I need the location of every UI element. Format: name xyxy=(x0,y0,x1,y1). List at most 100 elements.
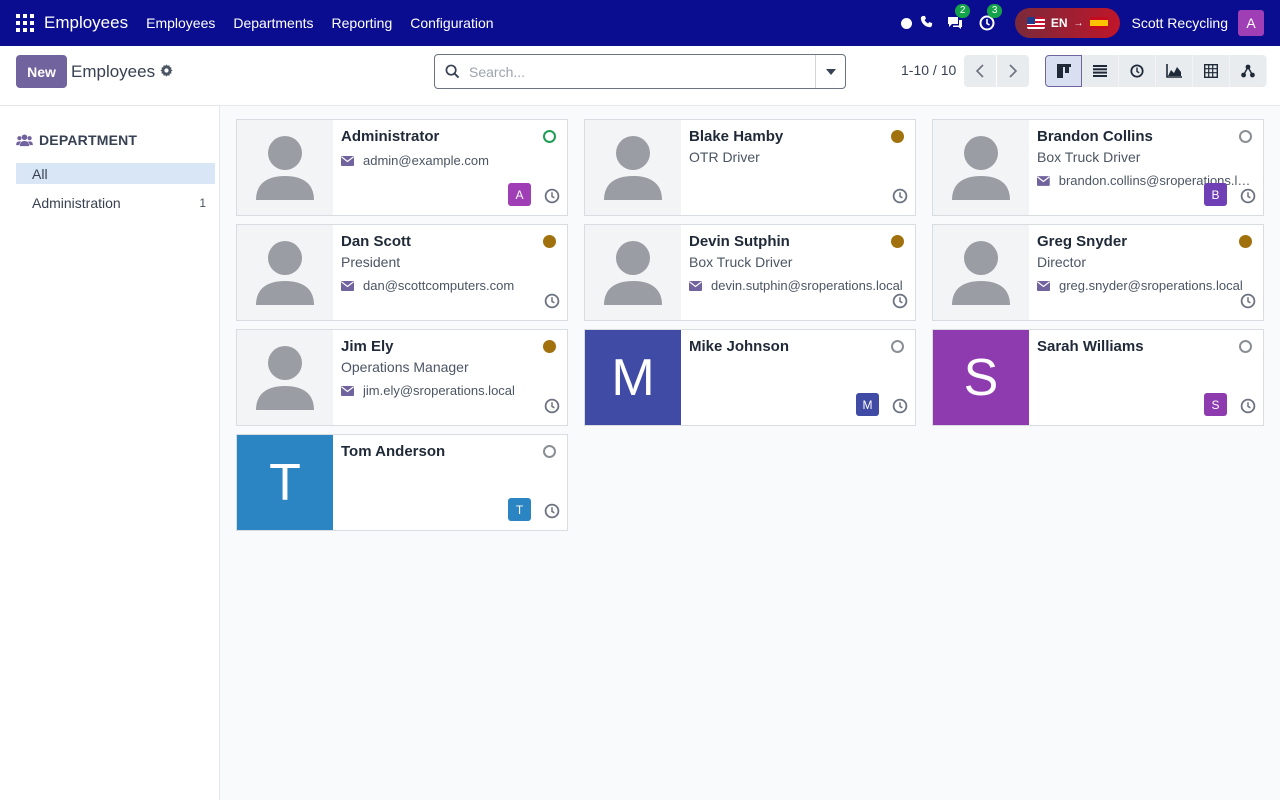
employee-photo xyxy=(237,225,333,320)
employee-email-text: admin@example.com xyxy=(363,153,489,168)
user-avatar[interactable]: A xyxy=(508,183,531,206)
user-avatar[interactable]: M xyxy=(856,393,879,416)
employee-card[interactable]: M Mike Johnson M xyxy=(584,329,916,426)
envelope-icon xyxy=(341,385,354,396)
kanban-view-button[interactable] xyxy=(1045,55,1082,87)
menu-reporting[interactable]: Reporting xyxy=(332,15,393,31)
user-avatar[interactable]: S xyxy=(1204,393,1227,416)
employee-email: greg.snyder@sroperations.local xyxy=(1037,278,1257,293)
envelope-icon xyxy=(341,155,354,166)
search-input[interactable] xyxy=(469,55,809,88)
list-icon xyxy=(1093,65,1107,77)
presence-status-icon xyxy=(891,235,904,248)
department-item-administration[interactable]: Administration 1 xyxy=(16,192,215,213)
graph-view-button[interactable] xyxy=(1156,55,1193,87)
es-flag-icon xyxy=(1089,17,1108,29)
employee-job-title: President xyxy=(341,254,401,270)
employee-card[interactable]: Blake Hamby OTR Driver xyxy=(584,119,916,216)
gear-icon[interactable] xyxy=(160,64,173,80)
search-icon xyxy=(445,64,460,82)
clock-icon[interactable] xyxy=(1240,293,1256,312)
clock-icon[interactable] xyxy=(544,503,560,522)
employee-card[interactable]: Dan Scott President dan@scottcomputers.com xyxy=(236,224,568,321)
presence-status-icon xyxy=(543,130,556,143)
pager-next-button[interactable] xyxy=(997,55,1029,87)
pager-value[interactable]: 1-10 / 10 xyxy=(901,62,956,78)
user-avatar[interactable]: B xyxy=(1204,183,1227,206)
envelope-icon xyxy=(689,280,702,291)
clock-icon[interactable] xyxy=(544,398,560,417)
presence-status-icon xyxy=(1239,235,1252,248)
list-view-button[interactable] xyxy=(1082,55,1119,87)
department-item-all[interactable]: All xyxy=(16,163,215,184)
menu-configuration[interactable]: Configuration xyxy=(410,15,493,31)
employee-email: admin@example.com xyxy=(341,153,561,168)
clock-icon[interactable] xyxy=(544,293,560,312)
activities-count-badge: 3 xyxy=(986,4,1003,18)
presence-status-icon xyxy=(891,130,904,143)
employee-card[interactable]: Jim Ely Operations Manager jim.ely@sropera… xyxy=(236,329,568,426)
employee-photo: M xyxy=(585,330,681,425)
hierarchy-view-button[interactable] xyxy=(1230,55,1267,87)
chevron-right-icon xyxy=(1009,64,1017,78)
employee-name: Blake Hamby xyxy=(689,128,784,145)
department-item-label: Administration xyxy=(32,194,121,211)
department-item-count: 1 xyxy=(199,195,206,210)
presence-status-icon xyxy=(1239,130,1252,143)
clock-icon[interactable] xyxy=(1240,398,1256,417)
employee-name: Greg Snyder xyxy=(1037,233,1128,250)
area-chart-icon xyxy=(1166,64,1182,78)
employee-card[interactable]: Devin Sutphin Box Truck Driver devin.sutph… xyxy=(584,224,916,321)
employee-photo xyxy=(237,120,333,215)
clock-icon[interactable] xyxy=(892,188,908,207)
clock-icon xyxy=(1130,64,1144,78)
language-switcher[interactable]: EN → xyxy=(1014,8,1120,38)
menu-employees[interactable]: Employees xyxy=(146,15,215,31)
activity-view-button[interactable] xyxy=(1119,55,1156,87)
clock-icon[interactable] xyxy=(892,398,908,417)
clock-icon[interactable] xyxy=(544,188,560,207)
employee-card[interactable]: T Tom Anderson T xyxy=(236,434,568,531)
arrow-right-icon: → xyxy=(1073,17,1084,29)
clock-icon[interactable] xyxy=(892,293,908,312)
user-avatar[interactable]: A xyxy=(1238,10,1264,36)
pager-previous-button[interactable] xyxy=(964,55,996,87)
department-filter-heading: DEPARTMENT xyxy=(16,132,137,148)
chevron-left-icon xyxy=(976,64,984,78)
pivot-view-button[interactable] xyxy=(1193,55,1230,87)
employee-card[interactable]: Greg Snyder Director greg.snyder@sroperati… xyxy=(932,224,1264,321)
clock-icon[interactable] xyxy=(1240,188,1256,207)
employee-card[interactable]: Administrator admin@example.com A xyxy=(236,119,568,216)
presence-status-icon xyxy=(543,445,556,458)
messages-count-badge: 2 xyxy=(954,4,971,18)
new-button[interactable]: New xyxy=(16,55,67,88)
employee-job-title: Operations Manager xyxy=(341,359,469,375)
employee-name: Jim Ely xyxy=(341,338,394,355)
menu-departments[interactable]: Departments xyxy=(233,15,313,31)
envelope-icon xyxy=(341,280,354,291)
search-options-toggle[interactable] xyxy=(815,55,845,88)
search-box xyxy=(434,54,846,89)
presence-status-icon[interactable] xyxy=(900,17,912,29)
messages-button[interactable]: 2 xyxy=(945,4,971,33)
employee-email-text: devin.sutphin@sroperations.local xyxy=(711,278,903,293)
envelope-icon xyxy=(1037,175,1050,186)
employee-name: Dan Scott xyxy=(341,233,412,250)
app-title[interactable]: Employees xyxy=(44,13,128,33)
company-switcher[interactable]: Scott Recycling xyxy=(1132,15,1228,31)
department-heading-label: DEPARTMENT xyxy=(39,132,138,148)
employee-name: Sarah Williams xyxy=(1037,338,1144,355)
phone-icon[interactable] xyxy=(920,15,933,31)
user-avatar[interactable]: T xyxy=(508,498,531,521)
employee-name: Administrator xyxy=(341,128,440,145)
presence-status-icon xyxy=(891,340,904,353)
apps-grid-icon[interactable] xyxy=(16,14,34,32)
employee-photo: T xyxy=(237,435,333,530)
employee-name: Devin Sutphin xyxy=(689,233,790,250)
employee-photo xyxy=(585,225,681,320)
employee-email-text: brandon.collins@sroperations.local xyxy=(1058,173,1257,188)
activities-button[interactable]: 3 xyxy=(977,4,1003,33)
employee-email: dan@scottcomputers.com xyxy=(341,278,561,293)
employee-card[interactable]: Brandon Collins Box Truck Driver brandon.c… xyxy=(932,119,1264,216)
employee-card[interactable]: S Sarah Williams S xyxy=(932,329,1264,426)
